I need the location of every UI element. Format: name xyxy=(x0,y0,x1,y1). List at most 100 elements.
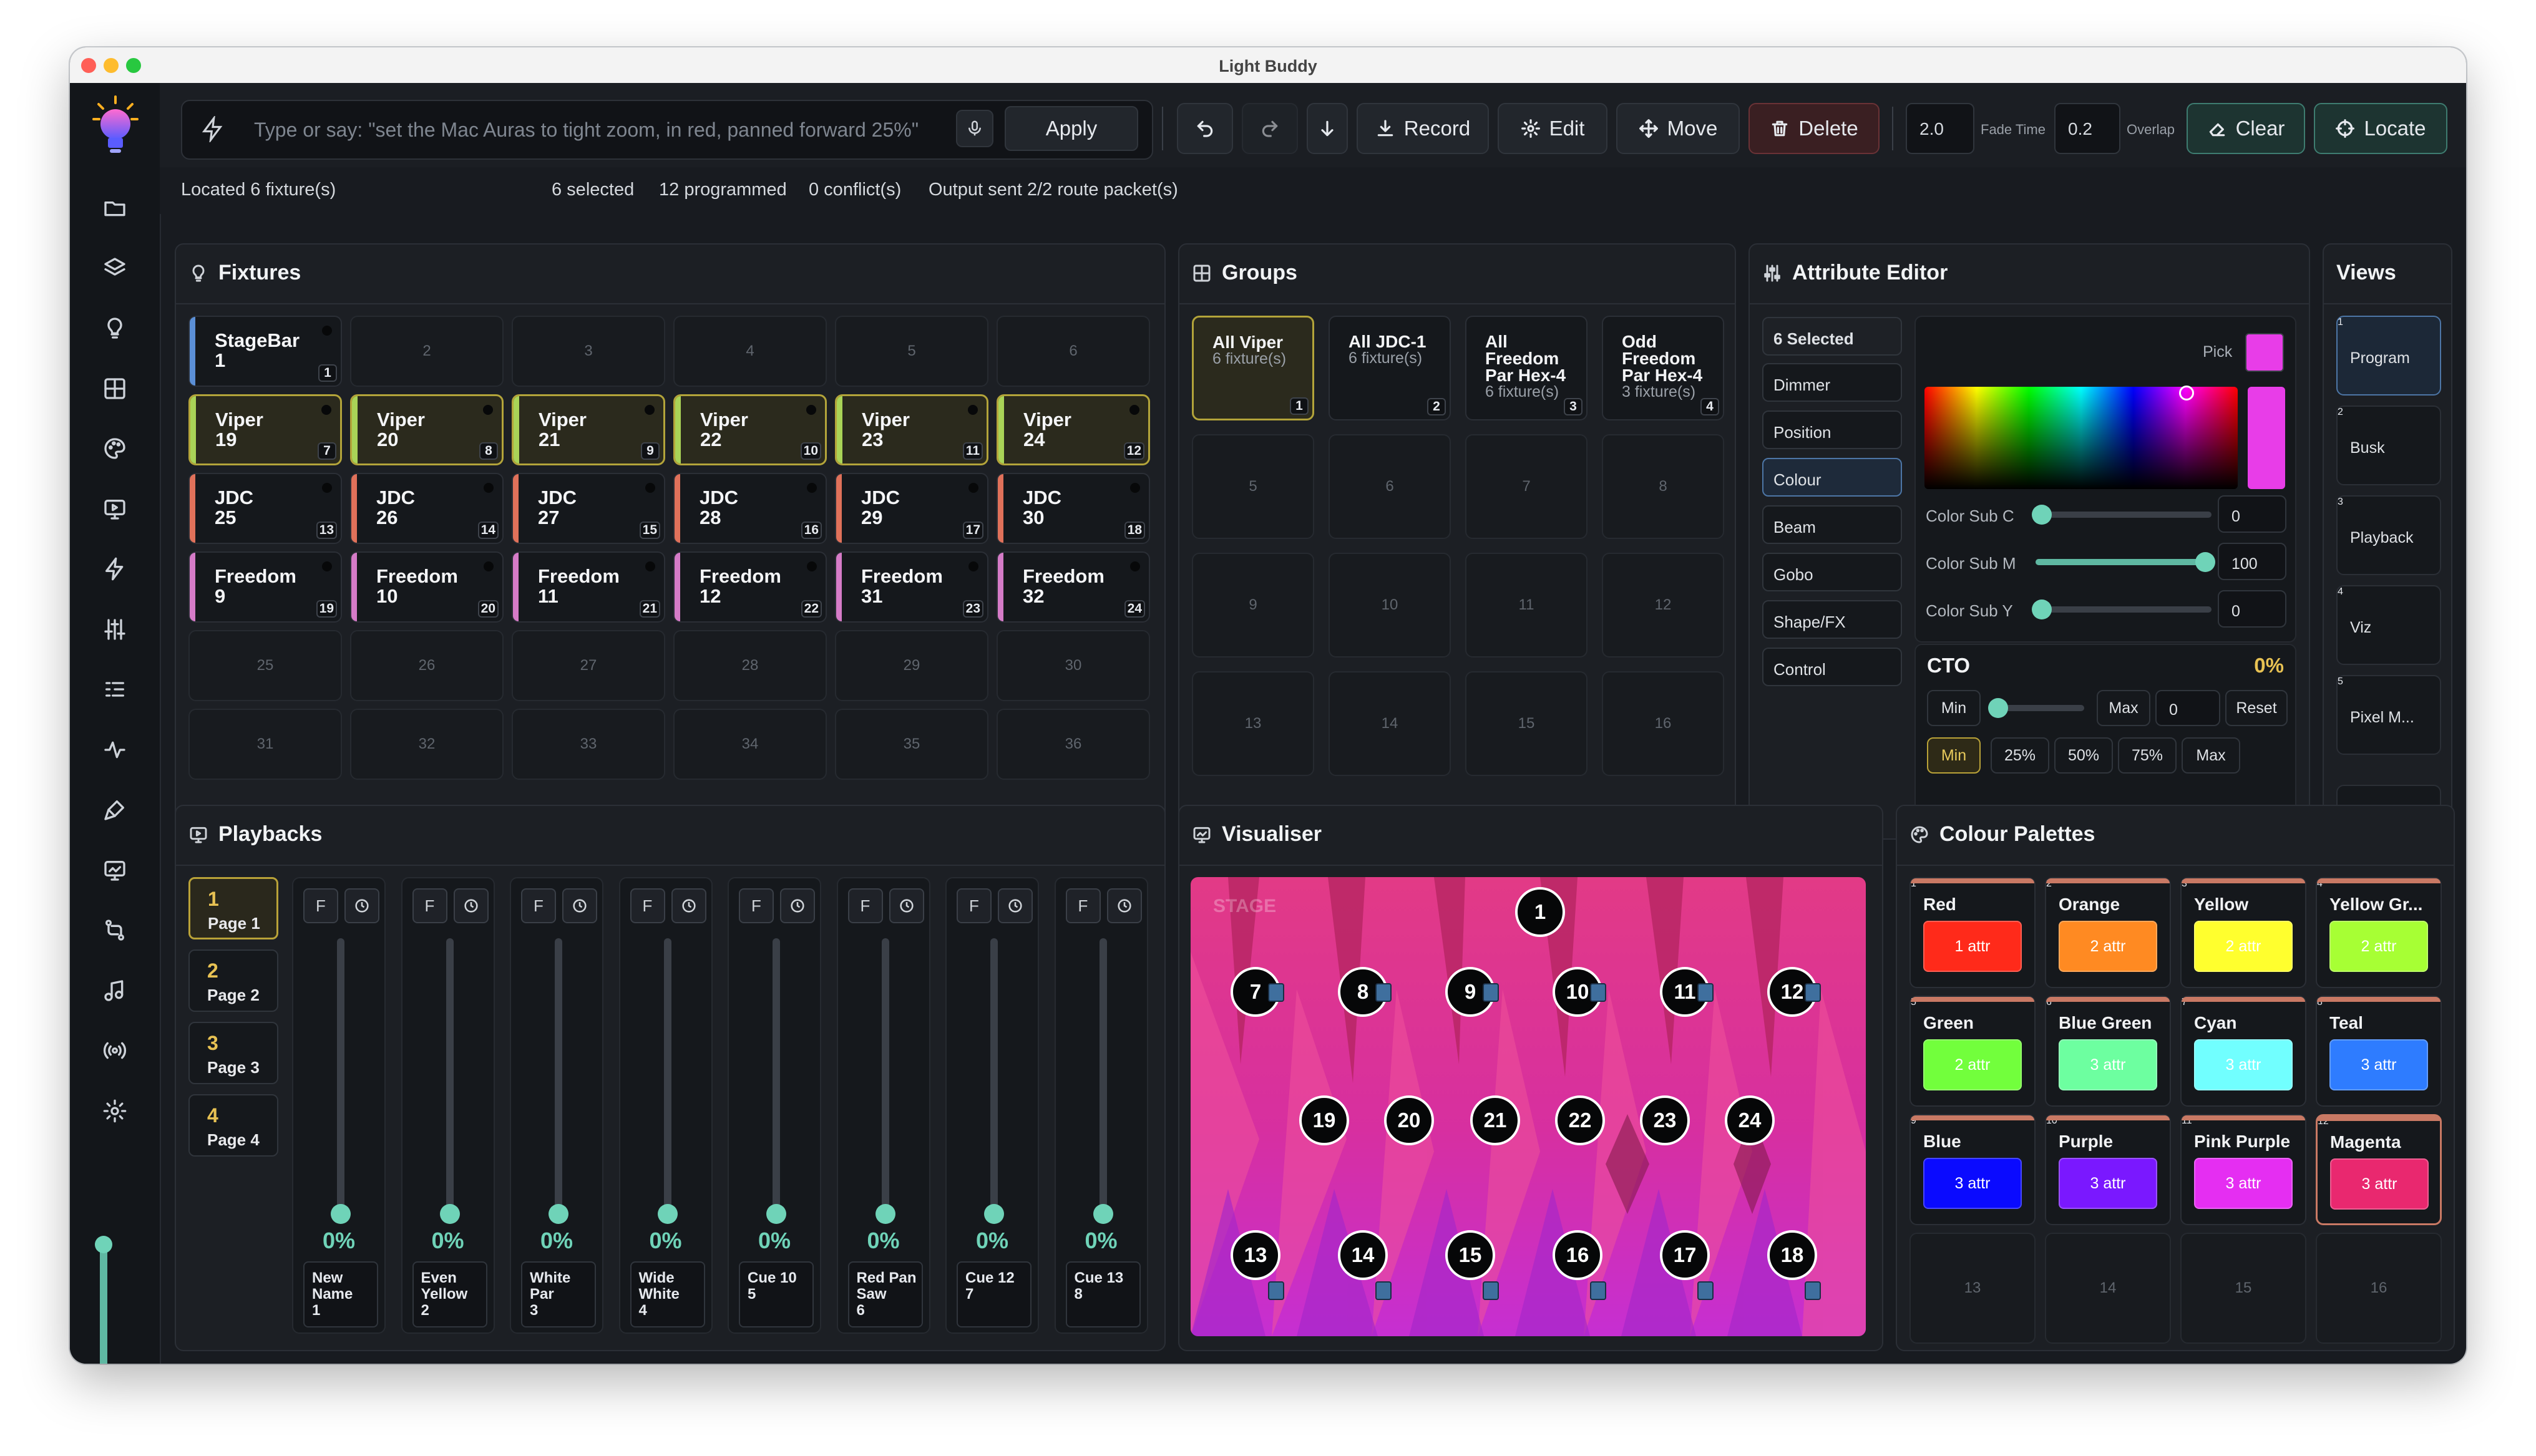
playback-name-button[interactable]: Cue 12 7 xyxy=(957,1261,1031,1327)
fader-knob[interactable] xyxy=(331,1204,351,1224)
rail-list-button[interactable] xyxy=(100,674,130,704)
palette-tile-purple[interactable]: Purple 3 attr 10 xyxy=(2045,1114,2171,1225)
palette-slot-empty[interactable]: 16 xyxy=(2316,1233,2442,1344)
record-button[interactable]: Record xyxy=(1357,103,1489,154)
view-item-playback[interactable]: Playback 3 xyxy=(2336,495,2441,575)
fixture-tile[interactable]: Freedom 9 19 xyxy=(188,551,342,623)
timing-button[interactable] xyxy=(671,888,706,923)
edit-button[interactable]: Edit xyxy=(1498,103,1607,154)
group-tile[interactable]: All Viper 6 fixture(s) 1 xyxy=(1192,316,1314,420)
fader-knob[interactable] xyxy=(984,1204,1004,1224)
attribute-tab-colour[interactable]: Colour xyxy=(1762,458,1902,497)
playback-name-button[interactable]: Cue 13 8 xyxy=(1065,1261,1141,1327)
rail-grid-button[interactable] xyxy=(100,374,130,404)
group-slot-empty[interactable]: 12 xyxy=(1602,553,1724,658)
group-slot-empty[interactable]: 10 xyxy=(1329,553,1451,658)
fader-knob[interactable] xyxy=(875,1204,895,1224)
cto-preset-button[interactable]: 75% xyxy=(2118,737,2177,774)
fixture-tile[interactable]: JDC 29 17 xyxy=(835,473,988,544)
rail-gear-button[interactable] xyxy=(100,1096,130,1126)
attribute-tab-control[interactable]: Control xyxy=(1762,648,1902,686)
flash-button[interactable]: F xyxy=(957,888,992,923)
view-item-busk[interactable]: Busk 2 xyxy=(2336,405,2441,485)
visualiser-fixture[interactable]: 22 xyxy=(1555,1095,1605,1145)
visualiser-fixture[interactable]: 23 xyxy=(1640,1095,1690,1145)
fixture-tile[interactable]: JDC 26 14 xyxy=(350,473,504,544)
playback-name-button[interactable]: White Par 3 xyxy=(521,1261,596,1327)
delete-button[interactable]: Delete xyxy=(1748,103,1880,154)
group-slot-empty[interactable]: 16 xyxy=(1602,671,1724,776)
cto-reset-button[interactable]: Reset xyxy=(2225,690,2288,726)
rail-broadcast-button[interactable] xyxy=(100,1036,130,1065)
visualiser-fixture[interactable]: 13 xyxy=(1231,1230,1280,1280)
undo-button[interactable] xyxy=(1177,103,1233,154)
visualiser-fixture[interactable]: 15 xyxy=(1445,1230,1495,1280)
timing-button[interactable] xyxy=(998,888,1033,923)
group-tile[interactable]: Odd Freedom Par Hex-4 3 fixture(s) 4 xyxy=(1602,316,1724,420)
palette-tile-yellowgr[interactable]: Yellow Gr... 2 attr 4 xyxy=(2316,877,2442,988)
fade-time-input[interactable]: 2.0 xyxy=(1906,103,1974,154)
fixture-tile[interactable]: Viper 20 8 xyxy=(350,394,504,465)
playback-name-button[interactable]: New Name 1 xyxy=(303,1261,378,1327)
palette-tile-pinkpurple[interactable]: Pink Purple 3 attr 11 xyxy=(2180,1114,2306,1225)
attribute-tab-dimmer[interactable]: Dimmer xyxy=(1762,363,1902,402)
timing-button[interactable] xyxy=(344,888,379,923)
visualiser-fixture[interactable]: 18 xyxy=(1767,1230,1817,1280)
fixture-slot-empty[interactable]: 26 xyxy=(350,630,504,701)
rail-music-button[interactable] xyxy=(100,976,130,1006)
fixture-slot-empty[interactable]: 35 xyxy=(835,709,988,780)
palette-slot-empty[interactable]: 15 xyxy=(2180,1233,2306,1344)
timing-button[interactable] xyxy=(1106,888,1142,923)
stage-view[interactable]: STAGE 1 7 8 9 10 11 12 19 20 21 22 23 24 13 14 15 16 17 18 xyxy=(1191,877,1866,1336)
rail-monitor-button[interactable] xyxy=(100,494,130,524)
fader-track[interactable] xyxy=(337,938,344,1213)
flash-button[interactable]: F xyxy=(521,888,556,923)
fixture-slot-empty[interactable]: 29 xyxy=(835,630,988,701)
redo-button[interactable] xyxy=(1242,103,1298,154)
rail-layers-button[interactable] xyxy=(100,253,130,283)
attribute-tab-beam[interactable]: Beam xyxy=(1762,505,1902,544)
palette-tile-blue[interactable]: Blue 3 attr 9 xyxy=(1909,1114,2036,1225)
palette-tile-yellow[interactable]: Yellow 2 attr 3 xyxy=(2180,877,2306,988)
fixture-slot-empty[interactable]: 32 xyxy=(350,709,504,780)
cto-preset-button[interactable]: 50% xyxy=(2054,737,2113,774)
group-tile[interactable]: All JDC-1 6 fixture(s) 2 xyxy=(1329,316,1451,420)
playback-page-button[interactable]: 4 Page 4 xyxy=(188,1094,278,1157)
fixture-slot-empty[interactable]: 5 xyxy=(835,316,988,387)
colour-sub-value[interactable]: 0 xyxy=(2218,590,2286,628)
fixture-slot-empty[interactable]: 6 xyxy=(997,316,1150,387)
flash-button[interactable]: F xyxy=(1065,888,1101,923)
visualiser-fixture[interactable]: 24 xyxy=(1725,1095,1775,1145)
visualiser-fixture[interactable]: 16 xyxy=(1553,1230,1602,1280)
colour-sub-slider-track[interactable] xyxy=(2036,512,2212,518)
palette-tile-cyan[interactable]: Cyan 3 attr 7 xyxy=(2180,996,2306,1107)
fixture-tile[interactable]: Viper 22 10 xyxy=(673,394,827,465)
flash-button[interactable]: F xyxy=(847,888,883,923)
playback-page-button[interactable]: 2 Page 2 xyxy=(188,949,278,1012)
flash-button[interactable]: F xyxy=(303,888,338,923)
hue-saturation-field[interactable] xyxy=(1924,386,2238,489)
playback-name-button[interactable]: Wide White 4 xyxy=(630,1261,705,1327)
palette-tile-green[interactable]: Green 2 attr 5 xyxy=(1909,996,2036,1107)
rail-folder-button[interactable] xyxy=(100,193,130,223)
fader-track[interactable] xyxy=(1099,938,1107,1213)
rail-brush-button[interactable] xyxy=(100,795,130,825)
group-slot-empty[interactable]: 6 xyxy=(1329,434,1451,539)
colour-sub-value[interactable]: 0 xyxy=(2218,495,2286,533)
fader-track[interactable] xyxy=(881,938,889,1213)
group-slot-empty[interactable]: 8 xyxy=(1602,434,1724,539)
group-slot-empty[interactable]: 15 xyxy=(1465,671,1587,776)
visualiser-fixture[interactable]: 19 xyxy=(1299,1095,1349,1145)
fader-track[interactable] xyxy=(446,938,454,1213)
fader-knob[interactable] xyxy=(439,1204,460,1224)
view-item-pixelm[interactable]: Pixel M... 5 xyxy=(2336,675,2441,755)
group-slot-empty[interactable]: 7 xyxy=(1465,434,1587,539)
palette-slot-empty[interactable]: 13 xyxy=(1909,1233,2036,1344)
fixture-tile[interactable]: StageBar 1 1 xyxy=(188,316,342,387)
rail-bulb-button[interactable] xyxy=(100,313,130,343)
cto-preset-button[interactable]: 25% xyxy=(1991,737,2049,774)
fixture-tile[interactable]: Freedom 12 22 xyxy=(673,551,827,623)
rail-sliders-button[interactable] xyxy=(100,614,130,644)
fixture-slot-empty[interactable]: 30 xyxy=(997,630,1150,701)
fader-knob[interactable] xyxy=(766,1204,786,1224)
